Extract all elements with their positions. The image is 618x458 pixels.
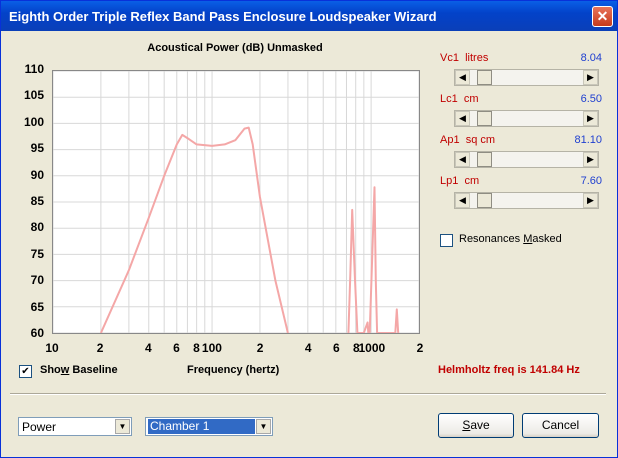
y-tick-label: 65 — [30, 299, 44, 314]
x-tick-label: 6 — [173, 341, 180, 355]
x-axis-label: Frequency (hertz) — [187, 364, 280, 376]
chevron-down-icon[interactable]: ▼ — [256, 419, 271, 434]
y-tick-label: 80 — [30, 220, 44, 235]
slider-lc1-scrollbar[interactable]: ◀ ▶ — [454, 110, 599, 127]
slider-ap1-scrollbar[interactable]: ◀ ▶ — [454, 151, 599, 168]
x-tick-label: 4 — [144, 341, 152, 355]
window-title: Eighth Order Triple Reflex Band Pass Enc… — [9, 9, 437, 24]
x-tick-label: 2 — [96, 341, 104, 355]
slider-unit: litres — [465, 52, 489, 64]
y-tick-label: 75 — [30, 246, 44, 261]
x-tick-label: 6 — [333, 341, 340, 355]
scroll-right-icon[interactable]: ▶ — [583, 152, 598, 167]
chevron-down-icon[interactable]: ▼ — [115, 419, 130, 434]
y-tick-label: 110 — [24, 62, 44, 76]
scroll-left-icon[interactable]: ◀ — [455, 152, 470, 167]
x-tick-label: 1000 — [358, 341, 386, 355]
chamber-select-value: Chamber 1 — [148, 419, 255, 434]
y-tick-label: 105 — [23, 88, 44, 103]
x-tick-label: 10 — [45, 341, 59, 355]
show-baseline-checkbox[interactable]: ✔ — [19, 365, 32, 378]
show-baseline-label[interactable]: Show Baseline — [40, 364, 118, 376]
resonances-masked-label[interactable]: Resonances Masked — [459, 233, 562, 245]
separator — [10, 393, 606, 395]
x-tick-label: 2 — [416, 341, 424, 355]
slider-label: Lp1 cm — [440, 175, 479, 187]
baseline-label-text: Sho — [40, 364, 61, 376]
scroll-left-icon[interactable]: ◀ — [455, 111, 470, 126]
x-tick-label: 8 — [193, 341, 200, 355]
scroll-left-icon[interactable]: ◀ — [455, 70, 470, 85]
resonances-label-accel: M — [523, 233, 533, 245]
slider-value: 7.60 — [580, 175, 602, 187]
plot-area — [52, 70, 420, 334]
resonances-label-text: Resonances — [459, 233, 524, 245]
slider-thumb[interactable] — [476, 152, 492, 167]
y-tick-label: 95 — [30, 141, 44, 156]
slider-lp1-scrollbar[interactable]: ◀ ▶ — [454, 192, 599, 209]
slider-value: 6.50 — [580, 93, 602, 105]
slider-value: 8.04 — [580, 52, 602, 64]
y-tick-label: 70 — [30, 273, 44, 288]
scroll-right-icon[interactable]: ▶ — [583, 193, 598, 208]
slider-vc1-scrollbar[interactable]: ◀ ▶ — [454, 69, 599, 86]
chamber-select[interactable]: Chamber 1 ▼ — [145, 417, 273, 436]
save-button[interactable]: Save — [438, 413, 514, 438]
close-button[interactable]: ✕ — [592, 6, 613, 27]
y-tick-label: 60 — [30, 326, 44, 340]
slider-label: Ap1 sq cm — [440, 134, 495, 146]
y-tick-label: 85 — [30, 194, 44, 208]
chart-title: Acoustical Power (dB) Unmasked — [147, 42, 323, 54]
title-bar[interactable]: Eighth Order Triple Reflex Band Pass Enc… — [1, 1, 617, 31]
slider-name: Lp1 — [440, 175, 459, 187]
view-select-value: Power — [22, 420, 57, 434]
slider-thumb[interactable] — [476, 70, 492, 85]
y-tick-label: 90 — [30, 167, 44, 182]
slider-unit: cm — [464, 175, 480, 187]
resonances-masked-checkbox[interactable] — [440, 234, 453, 247]
slider-label: Lc1 cm — [440, 93, 479, 105]
x-tick-label: 2 — [256, 341, 264, 355]
helmholtz-frequency: Helmholtz freq is 141.84 Hz — [438, 364, 580, 376]
baseline-label-rest: Baseline — [69, 364, 118, 376]
resonances-label-rest: asked — [532, 233, 562, 245]
x-tick-label: 4 — [304, 341, 312, 355]
slider-unit: cm — [463, 93, 479, 105]
scroll-right-icon[interactable]: ▶ — [583, 111, 598, 126]
y-tick-label: 100 — [23, 114, 44, 129]
slider-unit: sq cm — [465, 134, 496, 146]
slider-name: Lc1 — [440, 93, 458, 105]
slider-value: 81.10 — [574, 134, 602, 146]
chart-svg — [52, 70, 420, 334]
cancel-button[interactable]: Cancel — [522, 413, 599, 438]
slider-thumb[interactable] — [476, 193, 492, 208]
save-label: ave — [470, 418, 490, 432]
slider-thumb[interactable] — [476, 111, 492, 126]
scroll-right-icon[interactable]: ▶ — [583, 70, 598, 85]
slider-name: Vc1 — [440, 52, 459, 64]
view-select[interactable]: Power ▼ — [18, 417, 132, 436]
x-tick-label: 100 — [201, 341, 222, 355]
slider-label: Vc1 litres — [440, 52, 488, 64]
scroll-left-icon[interactable]: ◀ — [455, 193, 470, 208]
slider-name: Ap1 — [440, 134, 460, 146]
